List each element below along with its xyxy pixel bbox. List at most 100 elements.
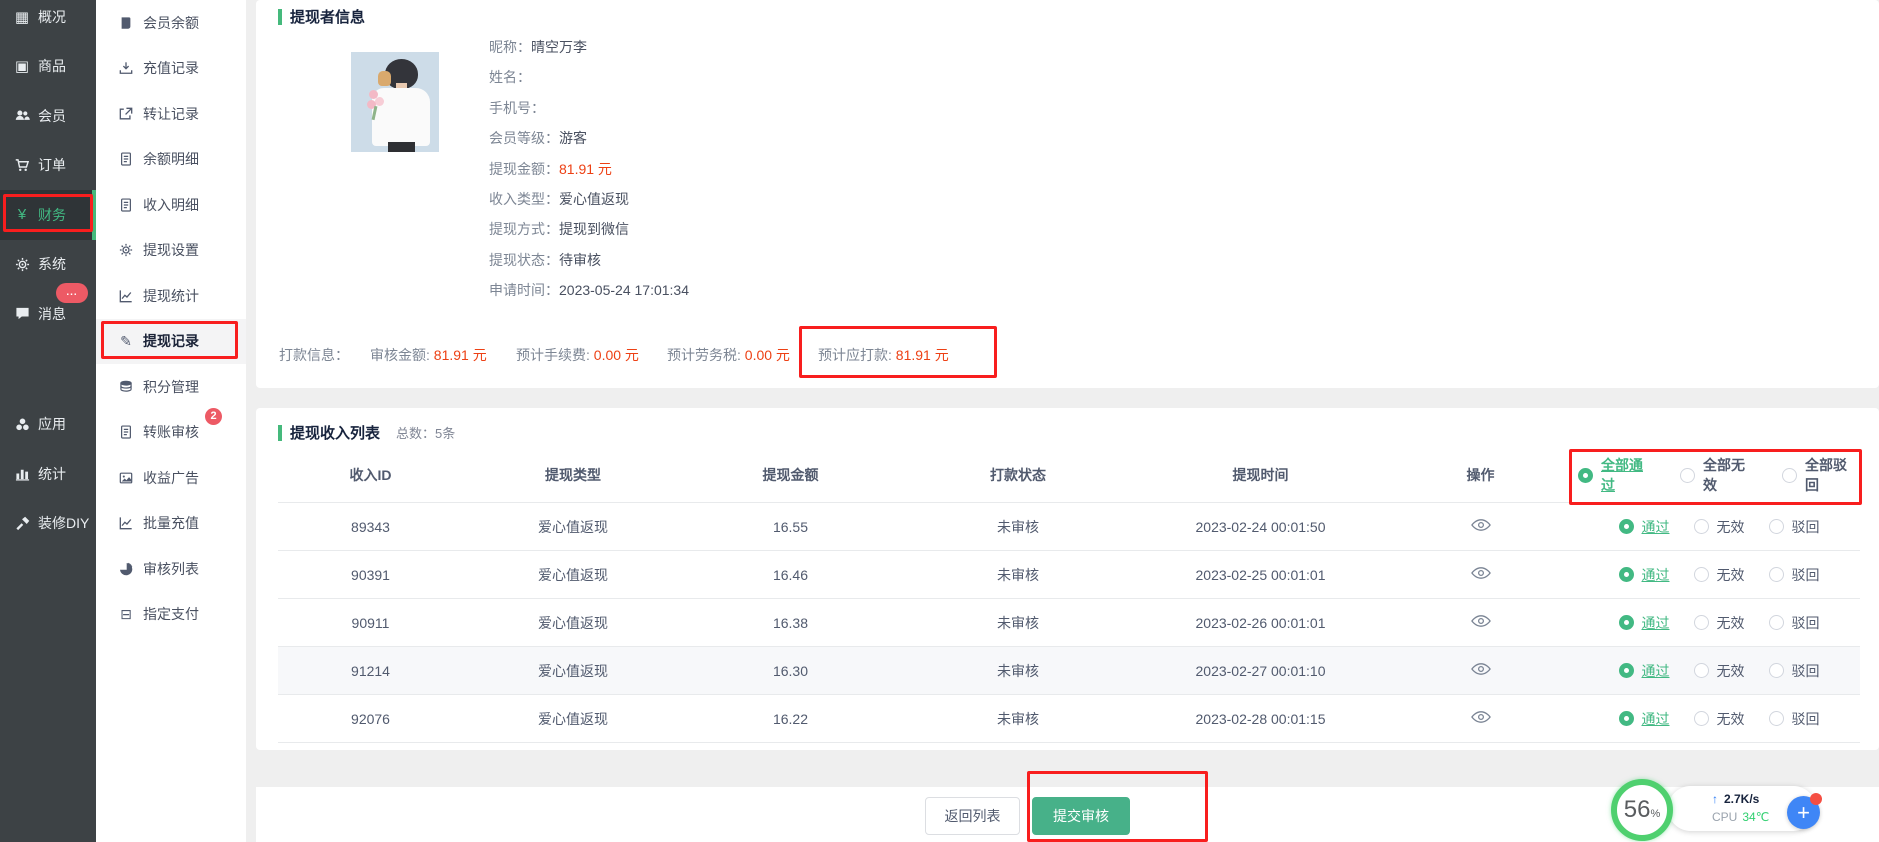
- sidebar-item-system[interactable]: 系统: [0, 240, 96, 290]
- cell-actions: [1383, 662, 1578, 679]
- menu-item-balance-details[interactable]: 余额明细: [96, 137, 246, 183]
- row-radio-group: 通过 无效 驳回: [1578, 565, 1860, 585]
- radio-dot[interactable]: [1619, 615, 1634, 630]
- radio-dot[interactable]: [1769, 567, 1784, 582]
- field-value: 晴空万李: [531, 39, 587, 55]
- payment-item-value: 81.91 元: [434, 347, 487, 363]
- sidebar-item-overview[interactable]: ▦概况: [0, 0, 96, 42]
- radio-invalid[interactable]: 无效: [1694, 565, 1745, 585]
- menu-item-withdraw-records[interactable]: ✎提现记录: [96, 319, 246, 365]
- radio-label: 无效: [1717, 709, 1745, 729]
- cell-time: 2023-02-28 00:01:15: [1138, 711, 1383, 727]
- radio-dot[interactable]: [1619, 519, 1634, 534]
- sidebar-item-stats[interactable]: 统计: [0, 449, 96, 499]
- menu-item-transfer-review[interactable]: 转账审核2: [96, 410, 246, 456]
- payment-info-label: 打款信息：: [279, 340, 349, 370]
- sidebar-item-apps[interactable]: 应用: [0, 400, 96, 450]
- field-row: 手机号：: [489, 93, 689, 123]
- orders-icon: [12, 158, 32, 173]
- view-detail-button[interactable]: [1471, 710, 1491, 724]
- cell-amount: 16.30: [683, 663, 898, 679]
- menu-item-income-details[interactable]: 收入明细: [96, 182, 246, 228]
- menu-item-withdraw-stats[interactable]: 提现统计: [96, 273, 246, 319]
- field-row: 昵称：晴空万李: [489, 32, 689, 62]
- radio-pass[interactable]: 通过: [1619, 613, 1670, 633]
- radio-dot[interactable]: [1694, 711, 1709, 726]
- chart-icon: [117, 516, 135, 530]
- withdrawer-fields: 昵称：晴空万李姓名：手机号：会员等级：游客提现金额：81.91 元收入类型：爱心…: [489, 32, 689, 306]
- cell-type: 爱心值返现: [463, 661, 683, 681]
- radio-reject[interactable]: 驳回: [1769, 709, 1820, 729]
- back-to-list-button[interactable]: 返回列表: [925, 797, 1020, 835]
- menu-item-recharge-records[interactable]: 充值记录: [96, 46, 246, 92]
- sidebar-item-goods[interactable]: ▣商品: [0, 42, 96, 92]
- radio-label: 无效: [1717, 613, 1745, 633]
- menu-item-withdraw-settings[interactable]: 提现设置: [96, 228, 246, 274]
- sidebar-item-orders[interactable]: 订单: [0, 141, 96, 191]
- view-detail-button[interactable]: [1471, 662, 1491, 676]
- sidebar-item-finance[interactable]: ¥财务: [0, 190, 96, 240]
- column-header: 收入ID: [278, 465, 463, 485]
- menu-item-member-balance[interactable]: 会员余额: [96, 0, 246, 46]
- submit-review-button[interactable]: 提交审核: [1032, 797, 1130, 835]
- radio-pass[interactable]: 通过: [1619, 661, 1670, 681]
- percent-symbol: %: [1650, 808, 1660, 820]
- eye-icon: [1471, 614, 1491, 628]
- radio-dot[interactable]: [1782, 468, 1797, 483]
- radio-dot[interactable]: [1694, 615, 1709, 630]
- row-radio-group: 通过 无效 驳回: [1578, 661, 1860, 681]
- radio-reject[interactable]: 驳回: [1769, 613, 1820, 633]
- eye-icon: [1471, 518, 1491, 532]
- radio-dot[interactable]: [1769, 711, 1784, 726]
- view-detail-button[interactable]: [1471, 566, 1491, 580]
- radio-invalid[interactable]: 无效: [1694, 517, 1745, 537]
- radio-dot[interactable]: [1680, 468, 1695, 483]
- radio-pass[interactable]: 通过: [1619, 565, 1670, 585]
- radio-dot[interactable]: [1769, 663, 1784, 678]
- transfer-review-badge: 2: [205, 408, 222, 425]
- radio-reject[interactable]: 驳回: [1769, 661, 1820, 681]
- menu-item-points-management[interactable]: 积分管理: [96, 364, 246, 410]
- menu-item-review-list[interactable]: 审核列表: [96, 546, 246, 592]
- field-label: 申请时间：: [489, 282, 559, 298]
- doc-icon: [117, 198, 135, 212]
- radio-dot[interactable]: [1619, 663, 1634, 678]
- radio-pass[interactable]: 通过: [1619, 709, 1670, 729]
- primary-sidebar: ▦概况▣商品会员订单¥财务系统消息... 应用统计装修DIY: [0, 0, 96, 842]
- doc-icon: [117, 152, 135, 166]
- radio-reject[interactable]: 驳回: [1769, 517, 1820, 537]
- payout-amount: 81.91 元: [896, 347, 949, 363]
- field-value: 游客: [559, 130, 587, 146]
- view-detail-button[interactable]: [1471, 614, 1491, 628]
- radio-dot[interactable]: [1769, 615, 1784, 630]
- radio-dot[interactable]: [1578, 468, 1593, 483]
- menu-item-transfer-records[interactable]: 转让记录: [96, 91, 246, 137]
- field-value: 待审核: [559, 252, 601, 268]
- sidebar-item-members[interactable]: 会员: [0, 91, 96, 141]
- radio-dot[interactable]: [1619, 711, 1634, 726]
- field-label: 姓名：: [489, 69, 531, 85]
- table-row: 91214爱心值返现16.30未审核2023-02-27 00:01:10通过无…: [278, 647, 1860, 695]
- radio-invalid[interactable]: 无效: [1694, 661, 1745, 681]
- menu-item-label: 提现记录: [143, 331, 199, 351]
- radio-invalid[interactable]: 无效: [1694, 709, 1745, 729]
- radio-pass[interactable]: 通过: [1619, 517, 1670, 537]
- menu-item-label: 余额明细: [143, 149, 199, 169]
- menu-item-revenue-ads[interactable]: 收益广告: [96, 455, 246, 501]
- radio-pass-all[interactable]: 全部通过: [1578, 455, 1656, 495]
- radio-invalid[interactable]: 无效: [1694, 613, 1745, 633]
- radio-reject-all[interactable]: 全部驳回: [1782, 455, 1860, 495]
- field-row: 收入类型：爱心值返现: [489, 184, 689, 214]
- menu-item-designated-payment[interactable]: ⊟指定支付: [96, 592, 246, 638]
- radio-dot[interactable]: [1694, 519, 1709, 534]
- view-detail-button[interactable]: [1471, 518, 1491, 532]
- radio-dot[interactable]: [1694, 663, 1709, 678]
- radio-dot[interactable]: [1769, 519, 1784, 534]
- sidebar-item-decorate-diy[interactable]: 装修DIY: [0, 499, 96, 549]
- menu-item-batch-recharge[interactable]: 批量充值: [96, 501, 246, 547]
- radio-dot[interactable]: [1619, 567, 1634, 582]
- sidebar-item-messages[interactable]: 消息...: [0, 289, 96, 339]
- radio-reject[interactable]: 驳回: [1769, 565, 1820, 585]
- radio-dot[interactable]: [1694, 567, 1709, 582]
- radio-invalid-all[interactable]: 全部无效: [1680, 455, 1758, 495]
